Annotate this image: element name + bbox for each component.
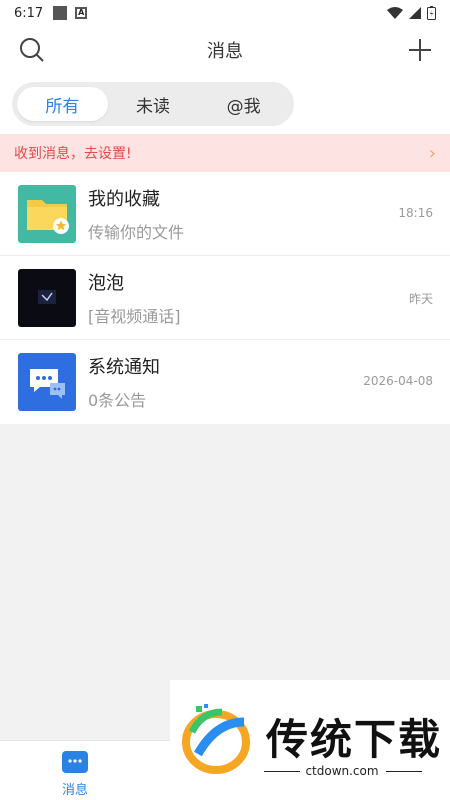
signal-icon [409, 7, 421, 19]
notification-square-icon [53, 6, 68, 20]
battery-icon [427, 6, 436, 20]
folder-star-icon [18, 184, 76, 243]
wifi-icon [387, 7, 403, 19]
conversation-time: 18:16 [398, 206, 433, 220]
ctdown-logo-icon [182, 704, 250, 774]
conversation-time: 昨天 [408, 292, 433, 306]
filter-segmented-control: 所有 未读 @我 [12, 82, 294, 126]
conversation-name: 系统通知 [88, 357, 160, 378]
filter-bar: 所有 未读 @我 [0, 74, 450, 134]
conversation-item-system-notice[interactable]: 系统通知 0条公告 2026-04-08 [0, 340, 450, 424]
notification-a-icon: A [75, 7, 88, 19]
bubble-avatar [18, 268, 76, 327]
banner-text: 收到消息，去设置! [14, 146, 132, 162]
status-icons [387, 6, 436, 20]
status-time: 6:17 [14, 5, 44, 21]
chevron-right-icon: › [428, 142, 436, 164]
add-icon[interactable] [406, 36, 434, 64]
page-title: 消息 [207, 41, 243, 62]
notification-settings-banner[interactable]: 收到消息，去设置! › [0, 134, 450, 172]
conversation-name: 泡泡 [88, 272, 124, 294]
status-bar: 6:17 A [0, 0, 450, 26]
tab-messages-label: 消息 [61, 783, 88, 798]
conversation-preview: [音视频通话] [88, 306, 181, 326]
tab-all[interactable]: 所有 [17, 87, 108, 121]
tab-mentions[interactable]: @我 [198, 87, 289, 121]
conversation-item-favorites[interactable]: 我的收藏 传输你的文件 18:16 [0, 172, 450, 256]
conversation-preview: 传输你的文件 [88, 222, 185, 242]
conversation-preview: 0条公告 [88, 391, 147, 410]
top-nav-bar: 消息 [0, 26, 450, 74]
tab-messages[interactable]: 消息 [52, 751, 98, 798]
conversation-name: 我的收藏 [88, 188, 160, 210]
conversation-list: 我的收藏 传输你的文件 18:16 泡泡 [音视频通话] 昨天 系统通知 0条公… [0, 172, 450, 424]
watermark: 传统下载 ctdown.com [170, 680, 450, 800]
search-icon[interactable] [18, 36, 46, 64]
watermark-brand: 传统下载 [266, 715, 443, 764]
conversation-item-paopao[interactable]: 泡泡 [音视频通话] 昨天 [0, 256, 450, 340]
chat-bubbles-icon [18, 353, 76, 411]
message-bubble-icon [62, 751, 88, 773]
conversation-time: 2026-04-08 [363, 374, 433, 388]
tab-unread[interactable]: 未读 [108, 87, 199, 121]
watermark-line-right [386, 771, 422, 772]
